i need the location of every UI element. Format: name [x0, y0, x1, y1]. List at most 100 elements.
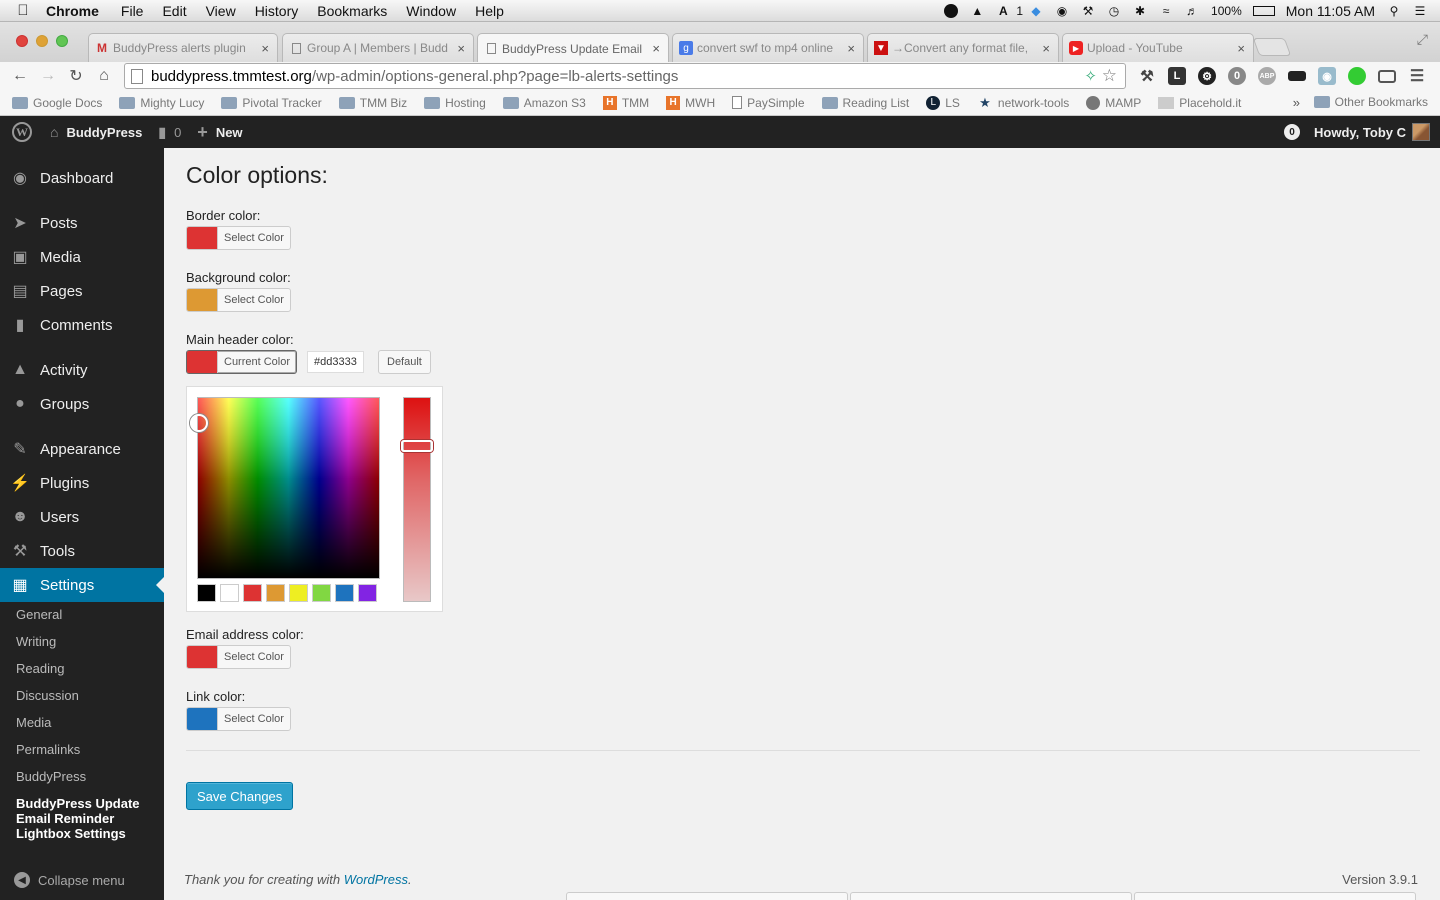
submenu-writing[interactable]: Writing — [0, 628, 164, 655]
menu-file[interactable]: File — [121, 3, 144, 19]
notifications-badge[interactable]: 0 — [1284, 124, 1301, 140]
submenu-lightbox-settings[interactable]: BuddyPress Update Email Reminder Lightbo… — [0, 790, 140, 841]
close-tab-icon[interactable]: × — [261, 41, 269, 56]
sidebar-item-posts[interactable]: ➤ Posts — [0, 206, 164, 240]
bell-icon[interactable]: ▲ — [969, 4, 985, 18]
sidebar-item-groups[interactable]: ● Groups — [0, 387, 164, 421]
saturation-handle[interactable] — [190, 414, 208, 432]
l-extension-icon[interactable]: L — [1168, 67, 1186, 85]
bookmark-mighty-lucy[interactable]: Mighty Lucy — [119, 96, 204, 110]
tab-convert-any-format[interactable]: ▼ →Convert any format file, × — [867, 33, 1059, 62]
bookmark-google-docs[interactable]: Google Docs — [12, 96, 102, 110]
sidebar-item-appearance[interactable]: ✎ Appearance — [0, 432, 164, 466]
clock[interactable]: Mon 11:05 AM — [1286, 3, 1375, 19]
submenu-reading[interactable]: Reading — [0, 655, 164, 682]
tab-buddypress-alerts[interactable]: M BuddyPress alerts plugin × — [88, 33, 278, 62]
wordpress-link[interactable]: WordPress — [344, 872, 408, 887]
bookmark-network-tools[interactable]: ★ network-tools — [977, 95, 1069, 110]
palette-swatch-white[interactable] — [220, 584, 239, 602]
ghostery-icon[interactable]: 0 — [1228, 67, 1246, 85]
minimize-window-button[interactable] — [36, 35, 48, 47]
bookmark-paysimple[interactable]: PaySimple — [732, 96, 805, 110]
comments-link[interactable]: ▮ 0 — [158, 124, 181, 141]
email-address-color-picker-button[interactable]: Select Color — [186, 645, 291, 669]
reload-icon[interactable]: ↻ — [62, 66, 90, 86]
menu-view[interactable]: View — [206, 3, 236, 19]
sidebar-item-activity[interactable]: ▲ Activity — [0, 353, 164, 387]
extension-capture-icon[interactable]: ✧ — [1084, 67, 1097, 85]
tab-buddypress-update-email[interactable]: BuddyPress Update Email × — [477, 33, 669, 63]
bookmark-mamp[interactable]: MAMP — [1086, 95, 1141, 110]
adobe-icon[interactable]: A — [995, 4, 1011, 18]
palette-swatch-orange[interactable] — [266, 584, 285, 602]
bookmark-reading-list[interactable]: Reading List — [821, 96, 909, 110]
palette-swatch-blue[interactable] — [335, 584, 354, 602]
battery-percent[interactable]: 100% — [1211, 4, 1242, 18]
page-info-icon[interactable] — [131, 68, 143, 84]
volume-icon[interactable]: ♬ — [1184, 4, 1200, 18]
bookmarks-overflow-chevron[interactable]: » — [1293, 95, 1300, 110]
palette-swatch-green[interactable] — [312, 584, 331, 602]
sidebar-item-dashboard[interactable]: ◉ Dashboard — [0, 161, 164, 195]
bookmark-pivotal-tracker[interactable]: Pivotal Tracker — [221, 96, 322, 110]
wordpress-logo-icon[interactable]: W — [12, 122, 32, 142]
submenu-discussion[interactable]: Discussion — [0, 682, 164, 709]
tab-upload-youtube[interactable]: ▶ Upload - YouTube × — [1062, 33, 1254, 62]
tablet-icon[interactable] — [1288, 71, 1306, 81]
bookmark-placehold-it[interactable]: Placehold.it — [1158, 96, 1241, 110]
bookmark-mwh[interactable]: H MWH — [666, 95, 715, 110]
wrench-status-icon[interactable]: ⚒ — [1080, 4, 1096, 18]
default-color-button[interactable]: Default — [378, 350, 431, 374]
close-tab-icon[interactable]: × — [847, 41, 855, 56]
bookmark-ls[interactable]: L LS — [926, 95, 960, 110]
menu-window[interactable]: Window — [406, 3, 456, 19]
dropbox-icon[interactable]: ◆ — [1028, 4, 1044, 18]
close-tab-icon[interactable]: × — [457, 41, 465, 56]
submenu-general[interactable]: General — [0, 601, 164, 628]
background-color-picker-button[interactable]: Select Color — [186, 288, 291, 312]
notification-center-icon[interactable]: ☰ — [1412, 4, 1428, 18]
border-color-picker-button[interactable]: Select Color — [186, 226, 291, 250]
wrench-extension-icon[interactable]: ⚒ — [1138, 67, 1156, 85]
app-menu[interactable]: Chrome — [46, 3, 99, 19]
submenu-permalinks[interactable]: Permalinks — [0, 736, 164, 763]
wifi-icon[interactable]: ≈ — [1158, 4, 1174, 18]
spotlight-search-icon[interactable]: ⚲ — [1386, 4, 1402, 18]
hue-slider-handle[interactable] — [401, 440, 433, 452]
forward-icon[interactable]: → — [34, 67, 62, 85]
home-icon[interactable]: ⌂ — [90, 67, 118, 85]
palette-swatch-red[interactable] — [243, 584, 262, 602]
tab-group-members[interactable]: Group A | Members | Budd × — [282, 33, 474, 62]
fullscreen-icon[interactable]: ⤢ — [1417, 31, 1428, 48]
sidebar-item-plugins[interactable]: ⚡ Plugins — [0, 466, 164, 500]
evernote-icon[interactable] — [1348, 67, 1366, 85]
close-window-button[interactable] — [16, 35, 28, 47]
palette-swatch-yellow[interactable] — [289, 584, 308, 602]
link-color-picker-button[interactable]: Select Color — [186, 707, 291, 731]
bookmark-star-icon[interactable]: ☆ — [1102, 66, 1117, 86]
hex-color-input[interactable]: #dd3333 — [307, 351, 364, 373]
bookmark-hosting[interactable]: Hosting — [424, 96, 486, 110]
apple-menu-icon[interactable]:  — [0, 2, 46, 19]
bookmark-other[interactable]: Other Bookmarks — [1313, 95, 1428, 109]
collapse-menu-button[interactable]: ◀ Collapse menu — [0, 868, 164, 892]
zoom-window-button[interactable] — [56, 35, 68, 47]
status-circle-icon[interactable] — [943, 4, 959, 18]
new-tab-button[interactable] — [1252, 38, 1292, 56]
tab-convert-swf[interactable]: g convert swf to mp4 online × — [672, 33, 864, 62]
adblock-icon[interactable]: ABP — [1258, 67, 1276, 85]
gear-extension-icon[interactable]: ⚙ — [1198, 67, 1216, 85]
main-header-color-picker-button[interactable]: Current Color — [186, 350, 298, 374]
chrome-menu-icon[interactable]: ☰ — [1408, 67, 1426, 85]
palette-swatch-black[interactable] — [197, 584, 216, 602]
cast-icon[interactable] — [1378, 69, 1396, 83]
new-content-link[interactable]: + New — [197, 122, 242, 143]
time-machine-icon[interactable]: ◷ — [1106, 4, 1122, 18]
palette-swatch-purple[interactable] — [358, 584, 377, 602]
avatar[interactable] — [1412, 123, 1430, 141]
bookmark-tmm-biz[interactable]: TMM Biz — [338, 96, 407, 110]
bluetooth-icon[interactable]: ✱ — [1132, 4, 1148, 18]
close-tab-icon[interactable]: × — [1042, 41, 1050, 56]
site-name-link[interactable]: ⌂ BuddyPress — [50, 124, 142, 140]
headphones-icon[interactable]: ◉ — [1054, 4, 1070, 18]
